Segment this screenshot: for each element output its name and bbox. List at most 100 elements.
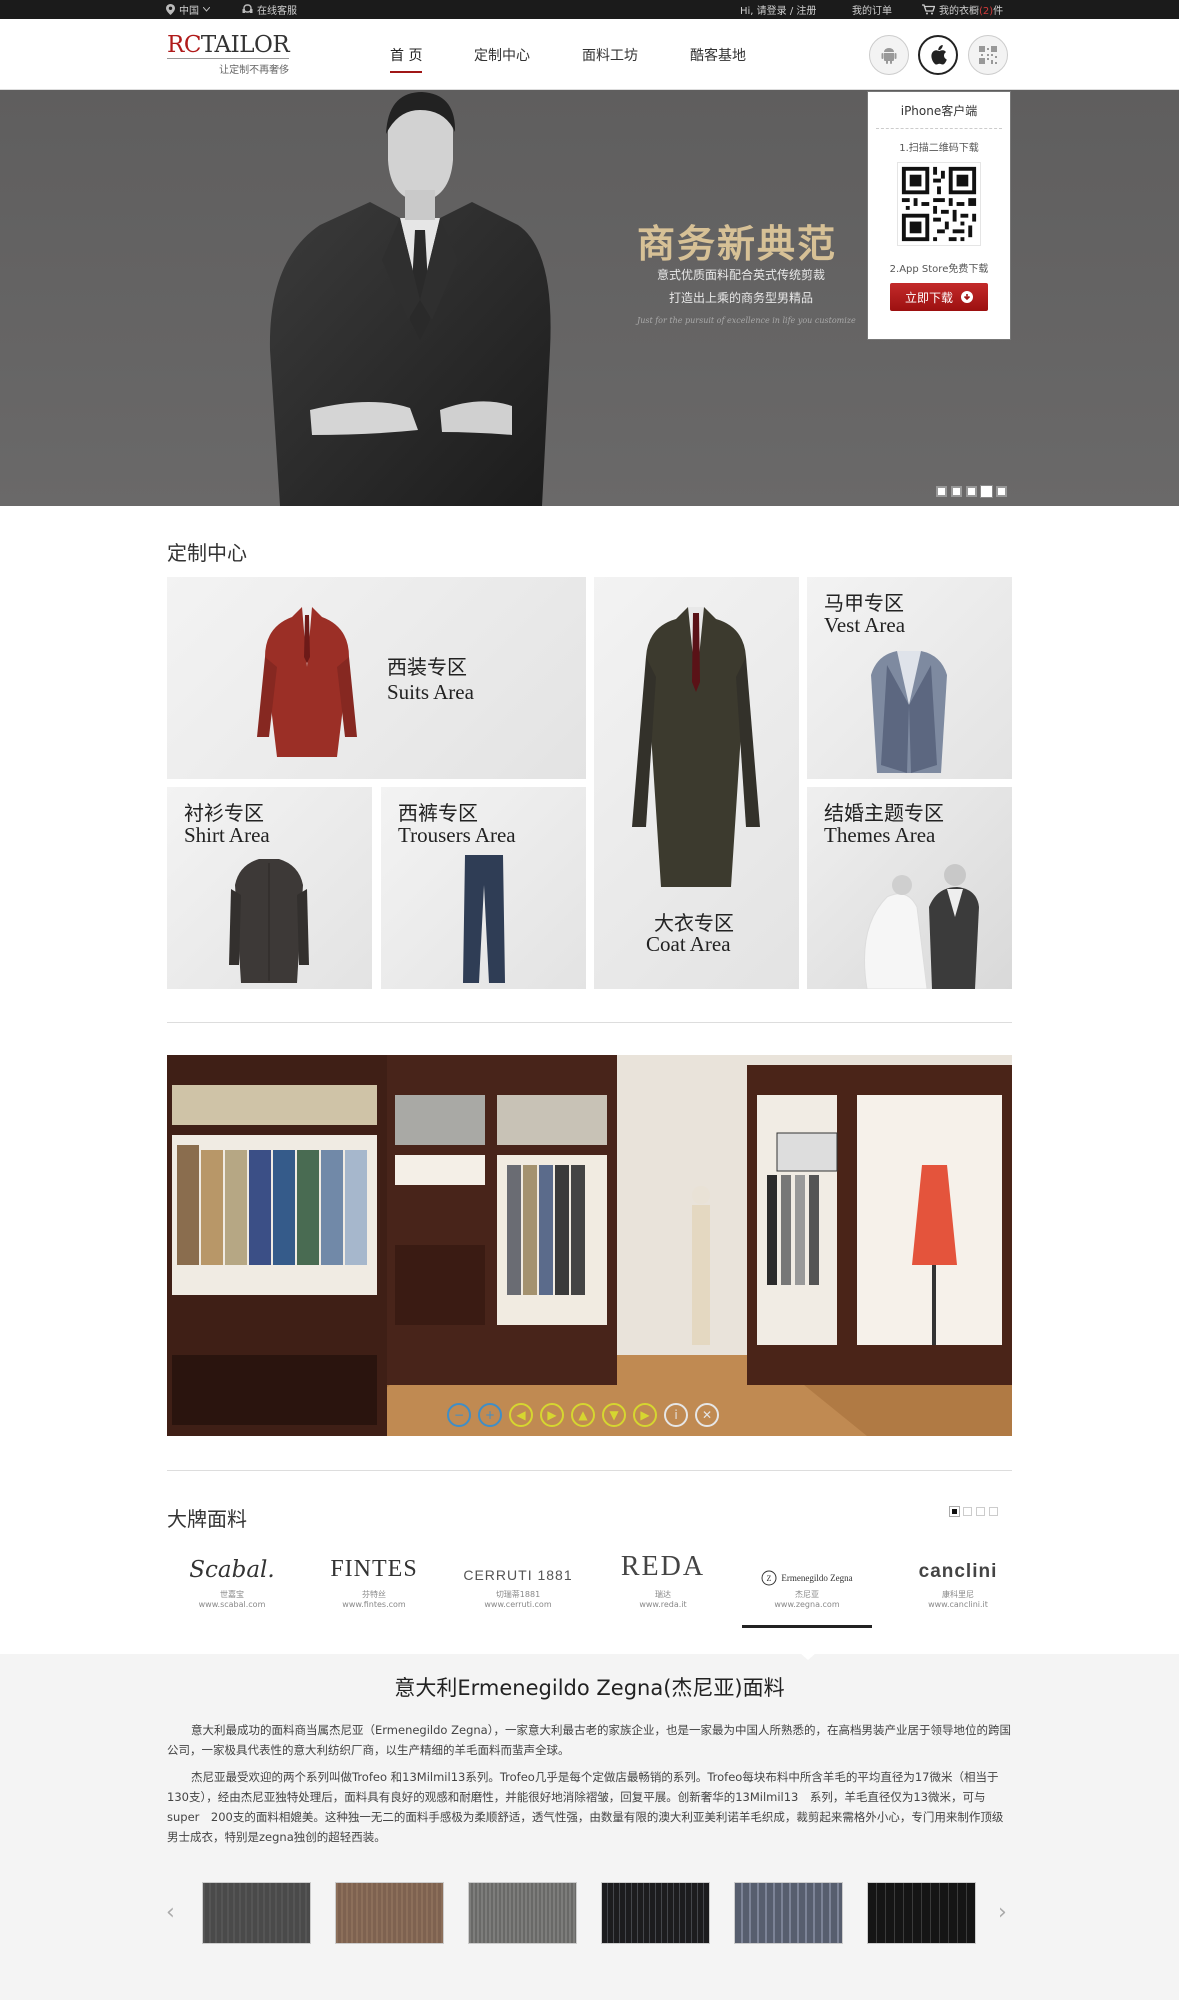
- banner-motto: Just for the pursuit of excellence in li…: [637, 316, 856, 325]
- banner-dot[interactable]: [951, 486, 962, 497]
- tile-suits[interactable]: 西装专区 Suits Area: [167, 577, 586, 779]
- brand-name: 切瑞蒂1881: [495, 1590, 541, 1599]
- fabric-swatch[interactable]: [468, 1882, 577, 1944]
- fabric-swatch[interactable]: [867, 1882, 976, 1944]
- fabric-swatch[interactable]: [202, 1882, 311, 1944]
- showroom-panorama[interactable]: [167, 1055, 1012, 1436]
- arrow-left-icon[interactable]: ◀: [509, 1403, 533, 1427]
- brands-dot-active[interactable]: [950, 1507, 959, 1516]
- banner-dot[interactable]: [966, 486, 977, 497]
- login-label: Hi, 请登录 / 注册: [740, 6, 817, 17]
- svg-text:Z: Z: [767, 1574, 772, 1583]
- brand-cerruti[interactable]: CERRUTI 1881 切瑞蒂1881 www.cerruti.com: [463, 1547, 573, 1609]
- my-wardrobe-link[interactable]: 我的衣橱(2)件: [922, 2, 1003, 17]
- tile-trousers-cn: 西裤专区: [398, 801, 478, 825]
- brand-url: www.fintes.com: [342, 1600, 406, 1609]
- download-button[interactable]: 立即下载: [890, 283, 988, 311]
- popup-title: iPhone客户端: [900, 104, 978, 118]
- brand-fintes[interactable]: FINTES 芬特丝 www.fintes.com: [319, 1547, 429, 1609]
- nav-fabric-workshop[interactable]: 面料工坊: [582, 45, 638, 65]
- brand-url: www.cerruti.com: [484, 1600, 552, 1609]
- popup-step1: 1.扫描二维码下载: [899, 143, 979, 154]
- my-orders-label: 我的订单: [852, 6, 892, 17]
- banner-subtitle-2: 打造出上乘的商务型男精品: [669, 291, 814, 305]
- brand-scabal[interactable]: Scabal. 世嘉宝 www.scabal.com: [177, 1547, 287, 1609]
- panorama-controls: − + ◀ ▶ ▲ ▼ ▶ i ✕: [447, 1403, 719, 1427]
- shirt-image: [229, 859, 309, 983]
- zegna-emblem-icon: Z: [761, 1570, 777, 1586]
- iphone-app-popup: iPhone客户端 1.扫描二维码下载 2.App Store免费下载 立即下载: [867, 91, 1011, 340]
- brand-logo: Ermenegildo Zegna: [781, 1573, 853, 1583]
- brand-url: www.scabal.com: [198, 1600, 266, 1609]
- tile-coat-en: Coat Area: [646, 932, 731, 956]
- cart-icon: [922, 4, 935, 15]
- tile-themes-cn: 结婚主题专区: [824, 801, 944, 825]
- online-service-label: 在线客服: [257, 6, 297, 17]
- brand-url: www.reda.it: [639, 1600, 687, 1609]
- location-pin-icon: [166, 4, 175, 15]
- section-divider: [167, 1470, 1012, 1471]
- fabric-swatch[interactable]: [734, 1882, 843, 1944]
- headset-icon: [242, 4, 253, 13]
- login-link[interactable]: Hi, 请登录 / 注册: [740, 2, 816, 17]
- brand-logo: Scabal.: [189, 1557, 275, 1583]
- arrow-down-icon[interactable]: ▼: [602, 1403, 626, 1427]
- qrcode-button[interactable]: [968, 35, 1008, 75]
- popup-step2: 2.App Store免费下载: [889, 264, 989, 275]
- brands-dot[interactable]: [989, 1507, 998, 1516]
- brand-name: 世嘉宝: [220, 1590, 244, 1599]
- zoom-in-icon[interactable]: +: [478, 1403, 502, 1427]
- banner-title: 商务新典范: [637, 222, 838, 266]
- download-qrcode: [897, 162, 981, 246]
- model-in-suit-image: [269, 92, 551, 506]
- brand-logo: canclini: [918, 1561, 998, 1582]
- brand-pointer: [800, 1653, 816, 1660]
- overcoat-image: [632, 607, 760, 887]
- android-icon: [881, 48, 897, 64]
- banner-subtitle-1: 意式优质面料配合英式传统剪裁: [657, 268, 826, 282]
- info-icon[interactable]: i: [664, 1403, 688, 1427]
- swatch-next-arrow[interactable]: ›: [998, 1900, 1007, 1925]
- header: RCTAILOR 让定制不再奢侈 首 页 定制中心 面料工坊 酷客基地: [0, 19, 1179, 90]
- brand-active-indicator: [742, 1625, 872, 1628]
- tile-shirt[interactable]: 衬衫专区 Shirt Area: [167, 787, 372, 989]
- iphone-app-button[interactable]: [918, 35, 958, 75]
- arrow-up-icon[interactable]: ▲: [571, 1403, 595, 1427]
- swatch-prev-arrow[interactable]: ‹: [166, 1900, 175, 1925]
- fabric-swatch[interactable]: [601, 1882, 710, 1944]
- tile-suits-cn: 西装专区: [387, 655, 467, 679]
- my-orders-link[interactable]: 我的订单: [852, 2, 892, 17]
- zoom-out-icon[interactable]: −: [447, 1403, 471, 1427]
- android-app-button[interactable]: [869, 35, 909, 75]
- online-service-link[interactable]: 在线客服: [242, 2, 297, 17]
- popup-divider: [876, 128, 1002, 129]
- tile-themes[interactable]: 结婚主题专区 Themes Area: [807, 787, 1012, 989]
- banner-dot-active[interactable]: [981, 486, 992, 497]
- arrow-right-icon[interactable]: ▶: [540, 1403, 564, 1427]
- brand-canclini[interactable]: canclini 康科里尼 www.canclini.it: [903, 1547, 1013, 1609]
- banner-dot[interactable]: [936, 486, 947, 497]
- nav-custom-center[interactable]: 定制中心: [474, 45, 530, 65]
- red-blazer-image: [257, 607, 357, 757]
- wardrobe-count: (2): [979, 6, 994, 17]
- region-selector[interactable]: 中国: [166, 2, 210, 17]
- banner-dot[interactable]: [996, 486, 1007, 497]
- fullscreen-icon[interactable]: ✕: [695, 1403, 719, 1427]
- brand-logo: REDA: [620, 1551, 706, 1582]
- brands-dot[interactable]: [963, 1507, 972, 1516]
- region-label: 中国: [179, 6, 199, 17]
- brand-name: 瑞达: [655, 1590, 671, 1599]
- brand-url: www.zegna.com: [774, 1600, 840, 1609]
- brand-reda[interactable]: REDA 瑞达 www.reda.it: [608, 1547, 718, 1609]
- tile-coat[interactable]: 大衣专区 Coat Area: [594, 577, 799, 989]
- autoplay-icon[interactable]: ▶: [633, 1403, 657, 1427]
- fabric-swatch[interactable]: [335, 1882, 444, 1944]
- tile-trousers[interactable]: 西裤专区 Trousers Area: [381, 787, 586, 989]
- nav-home[interactable]: 首 页: [390, 45, 423, 73]
- brand-zegna[interactable]: Z Ermenegildo Zegna 杰尼亚 www.zegna.com: [752, 1547, 862, 1609]
- brand-detail-para1: 意大利最成功的面料商当属杰尼亚（Ermenegildo Zegna），一家意大利…: [167, 1723, 1011, 1757]
- brand-name: 杰尼亚: [795, 1590, 819, 1599]
- tile-vest[interactable]: 马甲专区 Vest Area: [807, 577, 1012, 779]
- nav-cool-base[interactable]: 酷客基地: [690, 45, 746, 65]
- brands-dot[interactable]: [976, 1507, 985, 1516]
